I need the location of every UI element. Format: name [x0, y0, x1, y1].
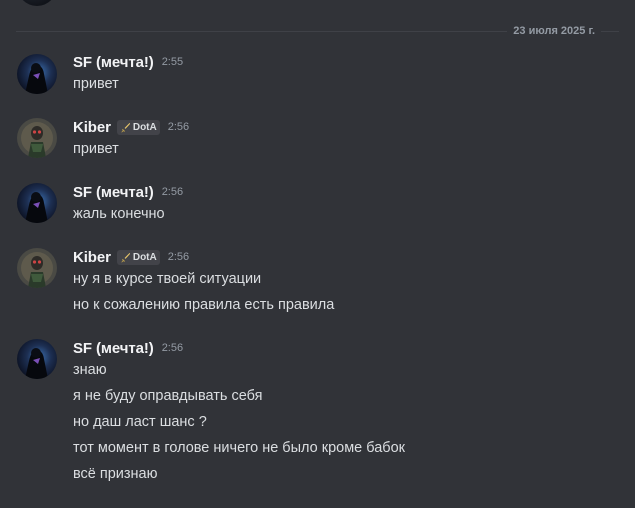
avatar-sf[interactable] — [17, 183, 57, 223]
message-text: но к сожалению правила есть правила — [73, 297, 335, 313]
avatar-kiber-image — [17, 248, 57, 288]
message-text: я не буду оправдывать себя — [73, 388, 263, 404]
date-divider-label: 23 июля 2025 г. — [507, 24, 601, 38]
message-header: SF (мечта!) 2:56 — [73, 182, 183, 202]
message-header: Kiber DotA 2:56 — [73, 247, 189, 267]
message-text: всё признаю — [73, 466, 158, 482]
chat-window: 23 июля 2025 г. SF (мечта!) 2:55 привет … — [0, 0, 635, 508]
message-text: тот момент в голове ничего не было кроме… — [73, 440, 406, 456]
sword-icon — [121, 252, 130, 263]
server-tag[interactable]: DotA — [116, 119, 160, 135]
message-text: жаль конечно — [73, 206, 165, 222]
timestamp[interactable]: 2:55 — [162, 56, 183, 68]
avatar-sf-image — [17, 183, 57, 223]
server-tag-label: DotA — [132, 251, 157, 263]
avatar-kiber[interactable] — [17, 248, 57, 288]
message-text: но даш ласт шанс ? — [73, 414, 207, 430]
avatar-kiber[interactable] — [17, 118, 57, 158]
message-header: Kiber DotA 2:56 — [73, 117, 189, 137]
message-text: ну я в курсе твоей ситуации — [73, 271, 262, 287]
message-text: знаю — [73, 362, 107, 378]
avatar-sf[interactable] — [17, 339, 57, 379]
server-tag-label: DotA — [132, 121, 157, 133]
username[interactable]: SF (мечта!) — [73, 184, 154, 201]
message-header: SF (мечта!) 2:56 — [73, 338, 183, 358]
message-text: привет — [73, 141, 119, 157]
sword-icon — [121, 122, 130, 133]
username[interactable]: Kiber — [73, 119, 111, 136]
timestamp[interactable]: 2:56 — [162, 342, 183, 354]
username[interactable]: SF (мечта!) — [73, 340, 154, 357]
timestamp[interactable]: 2:56 — [168, 251, 189, 263]
avatar[interactable] — [17, 0, 57, 6]
username[interactable]: Kiber — [73, 249, 111, 266]
avatar-sf[interactable] — [17, 54, 57, 94]
avatar-sf-image — [17, 339, 57, 379]
timestamp[interactable]: 2:56 — [162, 186, 183, 198]
avatar-sf-image — [17, 54, 57, 94]
timestamp[interactable]: 2:56 — [168, 121, 189, 133]
username[interactable]: SF (мечта!) — [73, 54, 154, 71]
server-tag[interactable]: DotA — [116, 249, 160, 265]
message-text: привет — [73, 76, 119, 92]
message-header: SF (мечта!) 2:55 — [73, 52, 183, 72]
avatar-kiber-image — [17, 118, 57, 158]
